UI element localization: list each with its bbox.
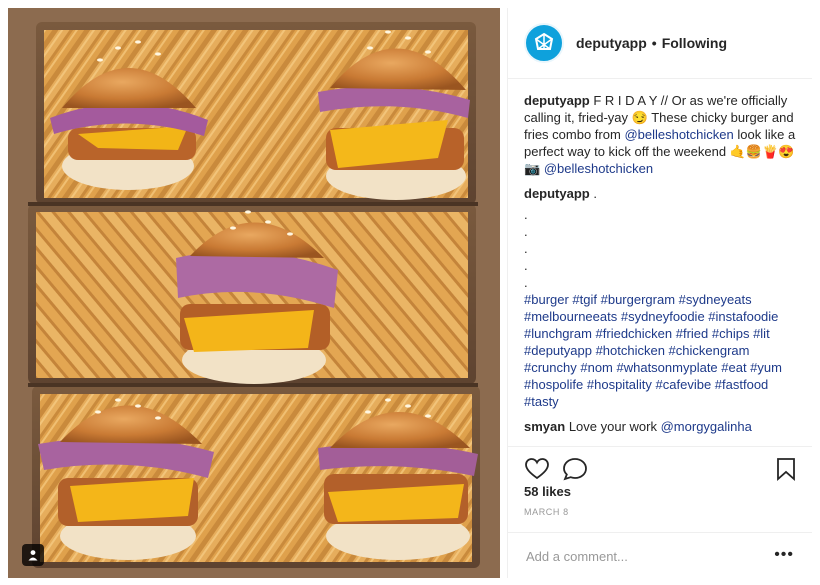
comment-username[interactable]: deputyapp xyxy=(524,186,590,201)
instagram-post: deputyapp • Following deputyapp F R I D … xyxy=(0,0,820,585)
comments-list[interactable]: deputyapp F R I D A Y // Or as we're off… xyxy=(524,92,796,442)
likes-count[interactable]: 58 likes xyxy=(524,484,571,499)
bookmark-icon[interactable] xyxy=(776,457,796,481)
comment-text: . xyxy=(593,186,597,201)
comment-hashtags: deputyapp . . . . . . #burger #tgif #bur… xyxy=(524,185,796,410)
header-separator-dot: • xyxy=(651,35,657,51)
caption: deputyapp F R I D A Y // Or as we're off… xyxy=(524,92,796,177)
comment-2-mention[interactable]: @morgygalinha xyxy=(661,419,752,434)
avatar[interactable] xyxy=(524,23,564,63)
heart-icon[interactable] xyxy=(524,457,550,481)
add-comment-bar: ••• xyxy=(508,532,812,579)
comment-dot: . xyxy=(524,207,528,222)
add-comment-input[interactable] xyxy=(524,547,748,565)
comment-dot: . xyxy=(524,241,528,256)
comment-2: smyan Love your work @morgygalinha xyxy=(524,418,796,435)
deputy-logo-icon xyxy=(534,32,554,50)
burger-photo-illustration xyxy=(8,8,500,578)
post-header: deputyapp • Following xyxy=(508,8,812,79)
post-date[interactable]: MARCH 8 xyxy=(524,507,569,517)
hashtags[interactable]: #burger #tgif #burgergram #sydneyeats #m… xyxy=(524,291,796,410)
comment-dot: . xyxy=(524,258,528,273)
following-button[interactable]: Following xyxy=(662,35,727,51)
comment-icon[interactable] xyxy=(562,457,588,481)
post-username[interactable]: deputyapp xyxy=(576,35,647,51)
post-photo[interactable] xyxy=(8,8,500,578)
caption-mention-1[interactable]: @belleshotchicken xyxy=(624,127,733,142)
comment-2-username[interactable]: smyan xyxy=(524,419,565,434)
camera-icon: 📷 xyxy=(524,161,541,176)
user-tag-icon[interactable] xyxy=(22,544,44,566)
comment-2-text: Love your work xyxy=(568,419,657,434)
comment-dot: . xyxy=(524,224,528,239)
more-options-button[interactable]: ••• xyxy=(774,546,794,564)
comment-dot: . xyxy=(524,275,528,290)
post-details-panel: deputyapp • Following deputyapp F R I D … xyxy=(507,8,812,578)
caption-mention-2[interactable]: @belleshotchicken xyxy=(544,161,653,176)
caption-username[interactable]: deputyapp xyxy=(524,93,590,108)
